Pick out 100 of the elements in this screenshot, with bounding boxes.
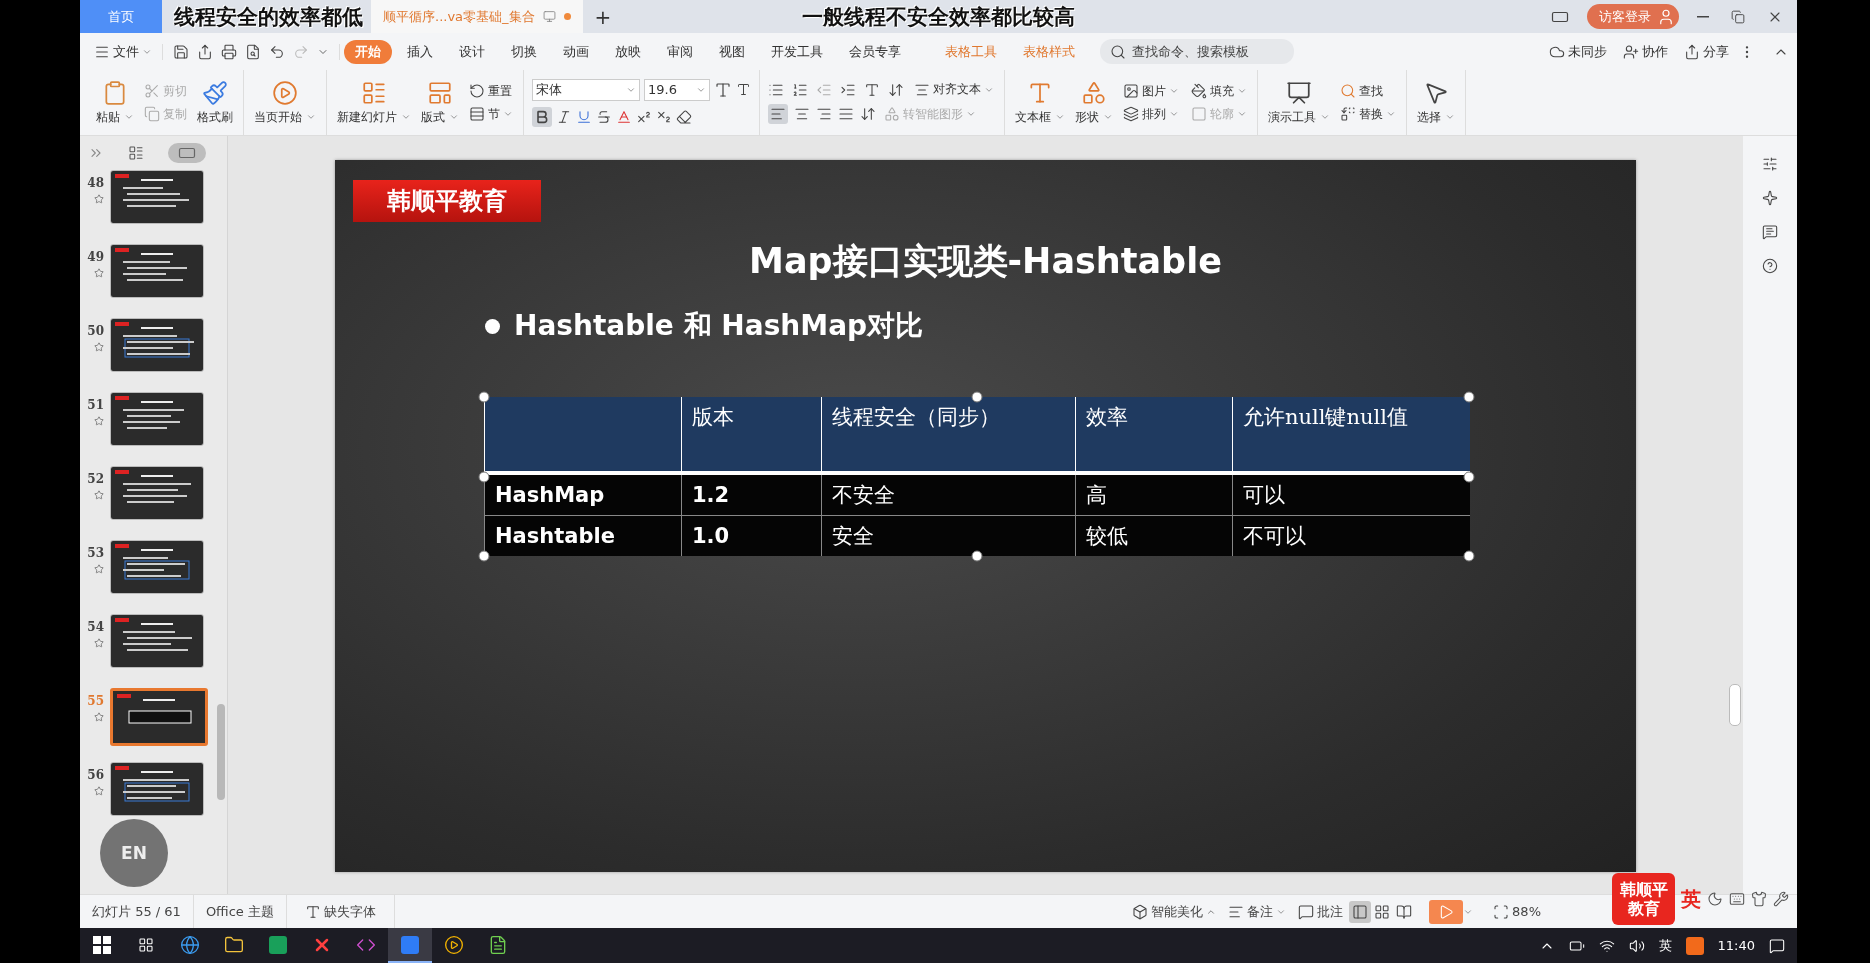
slide-thumbnail[interactable] <box>110 762 204 816</box>
new-tab-button[interactable]: + <box>582 0 624 33</box>
paste-button[interactable]: 粘贴 <box>94 79 136 126</box>
reset-button[interactable]: 重置 <box>467 82 515 100</box>
zoom-button[interactable]: 88% <box>1487 903 1547 920</box>
format-painter-button[interactable]: 格式刷 <box>195 79 235 126</box>
outline-icon <box>1191 106 1207 122</box>
folder-icon <box>224 934 244 955</box>
ime-mode[interactable]: 英 <box>1681 885 1701 913</box>
ribbon-tab[interactable]: 切换 <box>500 39 548 64</box>
layout-button[interactable]: 版式 <box>419 79 461 126</box>
search-field[interactable]: 查找命令、搜索模板 <box>1130 43 1284 60</box>
sync-button[interactable]: 未同步 <box>1543 42 1613 61</box>
file-menu[interactable]: 文件 <box>88 42 158 61</box>
text-box-button[interactable]: 文本框 <box>1013 79 1067 126</box>
resize-handle[interactable] <box>1463 471 1475 482</box>
search-box[interactable]: 查找命令、搜索模板 <box>1100 39 1294 64</box>
slide-thumbnail[interactable] <box>110 392 204 446</box>
picture-button[interactable]: 图片 <box>1121 82 1181 100</box>
beautify-button[interactable]: 智能美化 <box>1126 902 1223 921</box>
office-app-icon[interactable] <box>401 935 419 954</box>
caret-icon <box>1237 109 1247 119</box>
comments-button[interactable]: 批注 <box>1292 902 1350 921</box>
select-button[interactable]: 选择 <box>1415 79 1457 126</box>
dictionary-app-icon[interactable] <box>269 935 287 954</box>
slide-thumbnail[interactable] <box>110 318 204 372</box>
align-text-button[interactable]: 对齐文本 <box>912 81 996 98</box>
shape-button[interactable]: 形状 <box>1073 79 1115 126</box>
slide-number: 53 <box>87 546 104 560</box>
resize-handle[interactable] <box>478 550 490 562</box>
replace-button[interactable]: 替换 <box>1338 105 1398 123</box>
collaborate-button[interactable]: 协作 <box>1617 42 1674 61</box>
arrange-button[interactable]: 排列 <box>1121 105 1181 123</box>
view-button[interactable] <box>1349 900 1372 923</box>
scrollbar-thumb[interactable] <box>217 704 225 800</box>
slide-thumbnail[interactable] <box>110 244 204 298</box>
minimize-icon[interactable] <box>1697 15 1709 18</box>
section-button[interactable]: 节 <box>467 105 515 123</box>
keyboard-icon <box>1729 891 1745 907</box>
preview-icon <box>245 43 261 60</box>
align-left-button[interactable] <box>768 104 788 124</box>
find-button[interactable]: 查找 <box>1338 82 1398 100</box>
cube-icon <box>1132 903 1149 920</box>
align-left-icon <box>770 106 786 122</box>
slide-number: 54 <box>87 620 104 634</box>
slide-thumbnail[interactable] <box>110 540 204 594</box>
slide-thumbnail[interactable] <box>110 688 208 746</box>
input-method-icon[interactable] <box>1685 936 1704 955</box>
sparkle-icon <box>1762 190 1778 206</box>
slide-thumbnail[interactable] <box>110 170 204 224</box>
sort-icon <box>888 81 904 98</box>
language-floating-button[interactable]: EN <box>100 819 168 887</box>
play-icon <box>1438 903 1455 920</box>
resize-handle[interactable] <box>971 550 982 562</box>
table-header-cell: 版本 <box>681 397 822 473</box>
comparison-table[interactable]: 版本 线程安全（同步） 效率 允许null键null值 HashMap 1.2 不安全 高 可以 Hashtable 1.0 安全 较低 不可以 <box>484 397 1470 556</box>
resize-handle[interactable] <box>1463 391 1475 403</box>
taskbar-app[interactable] <box>388 928 432 963</box>
fill-button[interactable]: 填充 <box>1189 82 1249 100</box>
star-icon <box>94 194 104 204</box>
font-select[interactable]: 宋体 <box>532 78 640 101</box>
ribbon-tab[interactable]: 放映 <box>604 39 652 64</box>
ribbon-tab[interactable]: 设计 <box>448 39 496 64</box>
ribbon-tab[interactable]: 动画 <box>552 39 600 64</box>
browser-icon <box>180 934 200 955</box>
resize-handle[interactable] <box>478 391 490 403</box>
notes-button[interactable]: 备注 <box>1222 902 1293 921</box>
avatar-icon <box>1657 7 1675 26</box>
bold-button[interactable] <box>532 106 552 127</box>
font-size-select[interactable]: 19.6 <box>644 78 710 101</box>
share-button[interactable]: 分享 <box>1678 42 1735 61</box>
missing-fonts-button[interactable]: 缺失字体 <box>298 902 382 921</box>
ribbon-tab[interactable]: 开发工具 <box>760 39 834 64</box>
monitor-icon <box>542 10 556 23</box>
caret-icon <box>1386 109 1396 119</box>
layers-icon <box>1123 106 1139 122</box>
resize-handle[interactable] <box>971 391 982 403</box>
ribbon-tab[interactable]: 视图 <box>708 39 756 64</box>
replace-icon <box>1340 106 1356 122</box>
export-icon <box>197 43 213 60</box>
save-icon <box>173 43 189 60</box>
paintbrush-icon <box>202 79 228 106</box>
strikethrough-icon <box>596 108 612 125</box>
ribbon-tab[interactable]: 会员专享 <box>838 39 912 64</box>
resize-handle[interactable] <box>1463 550 1475 562</box>
start-icon[interactable] <box>93 935 111 954</box>
presenter-tools-button[interactable]: 演示工具 <box>1266 79 1332 126</box>
ribbon-tab[interactable]: 插入 <box>396 39 444 64</box>
slide-thumbnail[interactable] <box>110 466 204 520</box>
new-slide-button[interactable]: 新建幻灯片 <box>335 79 413 126</box>
play-from-current-button[interactable]: 当页开始 <box>252 79 318 126</box>
scissors-icon <box>144 83 160 99</box>
print-icon <box>221 43 237 60</box>
align-right-icon <box>816 106 832 122</box>
thumbnail-view-toggle[interactable] <box>168 143 206 163</box>
ribbon-tab[interactable]: 审阅 <box>656 39 704 64</box>
scrollbar-thumb[interactable] <box>1729 684 1741 726</box>
resize-handle[interactable] <box>478 471 490 482</box>
slide-thumbnail[interactable] <box>110 614 204 668</box>
table-cell: 1.2 <box>681 473 822 516</box>
